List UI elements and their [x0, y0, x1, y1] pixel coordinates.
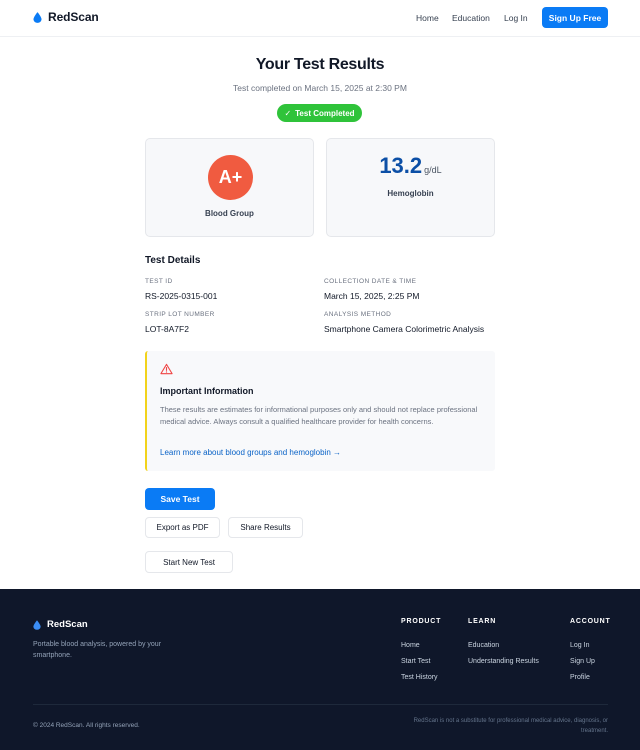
collection-date-value: March 15, 2025, 2:25 PM: [324, 291, 420, 301]
test-id-value: RS-2025-0315-001: [145, 291, 218, 301]
important-info-box: Important Information These results are …: [145, 351, 495, 471]
footer-link-login[interactable]: Log In: [570, 642, 589, 649]
hemoglobin-card: 13.2 g/dL Hemoglobin: [326, 138, 495, 237]
hemoglobin-label: Hemoglobin: [387, 189, 434, 198]
blood-group-value: A+: [208, 155, 253, 200]
export-pdf-button[interactable]: Export as PDF: [145, 517, 220, 538]
footer-product-heading: Product: [401, 618, 442, 625]
status-badge: ✓ Test Completed: [277, 104, 362, 122]
footer-link-signup[interactable]: Sign Up: [570, 658, 595, 665]
brand-name: RedScan: [48, 10, 99, 24]
footer-link-start-test[interactable]: Start Test: [401, 658, 430, 665]
site-header: RedScan Home Education Log In Sign Up Fr…: [0, 0, 640, 37]
learn-more-link[interactable]: Learn more about blood groups and hemogl…: [160, 448, 341, 457]
footer-link-home[interactable]: Home: [401, 642, 420, 649]
footer-brand-name: RedScan: [47, 619, 88, 630]
hemoglobin-value: 13.2: [379, 153, 423, 178]
blood-drop-icon: [33, 619, 41, 630]
brand-logo[interactable]: RedScan: [33, 10, 99, 24]
test-id-label: TEST ID: [145, 278, 173, 285]
blood-group-card: A+ Blood Group: [145, 138, 314, 237]
footer-copyright: © 2024 RedScan. All rights reserved.: [33, 722, 140, 729]
footer-link-test-history[interactable]: Test History: [401, 674, 438, 681]
test-details-heading: Test Details: [145, 255, 201, 266]
collection-date-label: COLLECTION DATE & TIME: [324, 278, 417, 285]
status-badge-label: Test Completed: [295, 108, 355, 118]
footer-tagline: Portable blood analysis, powered by your…: [33, 641, 162, 659]
footer-divider: [33, 704, 608, 705]
nav-login-link[interactable]: Log In: [504, 13, 528, 23]
blood-group-label: Blood Group: [205, 209, 254, 218]
nav-education-link[interactable]: Education: [452, 13, 490, 23]
start-new-test-button[interactable]: Start New Test: [145, 551, 233, 573]
page-title: Your Test Results: [255, 56, 385, 73]
footer-link-profile[interactable]: Profile: [570, 674, 590, 681]
strip-lot-value: LOT-8A7F2: [145, 324, 189, 334]
analysis-method-value: Smartphone Camera Colorimetric Analysis: [324, 324, 485, 334]
check-icon: ✓: [284, 108, 292, 118]
warning-triangle-icon: [160, 363, 173, 375]
info-text: These results are estimates for informat…: [160, 405, 478, 427]
footer-disclaimer: RedScan is not a substitute for professi…: [413, 718, 608, 734]
blood-drop-icon: [33, 11, 42, 23]
info-title: Important Information: [160, 386, 254, 396]
strip-lot-label: STRIP LOT NUMBER: [145, 311, 215, 318]
completion-timestamp: Test completed on March 15, 2025 at 2:30…: [233, 83, 407, 93]
footer-learn-heading: Learn: [468, 618, 497, 625]
footer-link-education[interactable]: Education: [468, 642, 499, 649]
share-results-button[interactable]: Share Results: [228, 517, 303, 538]
analysis-method-label: ANALYSIS METHOD: [324, 311, 392, 318]
save-test-button[interactable]: Save Test: [145, 488, 215, 510]
site-footer: RedScan Portable blood analysis, powered…: [0, 589, 640, 750]
footer-link-understanding-results[interactable]: Understanding Results: [468, 658, 539, 665]
hemoglobin-unit: g/dL: [424, 165, 442, 175]
footer-account-heading: Account: [570, 618, 611, 625]
nav-home-link[interactable]: Home: [416, 13, 439, 23]
hemoglobin-reading: 13.2 g/dL: [327, 153, 494, 179]
footer-brand[interactable]: RedScan: [33, 619, 88, 630]
signup-button[interactable]: Sign Up Free: [542, 7, 608, 28]
